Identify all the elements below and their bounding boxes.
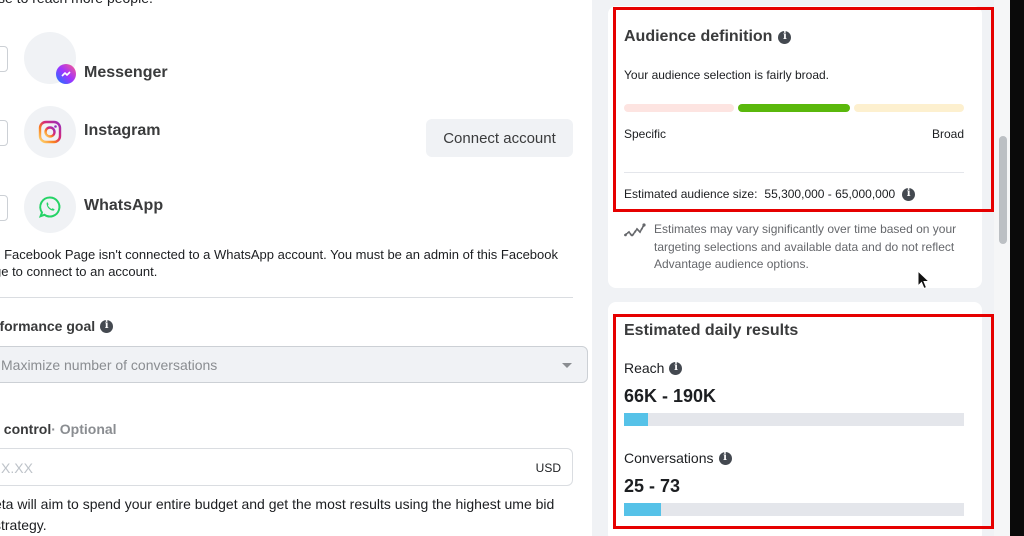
scrollbar-thumb[interactable]: [999, 136, 1007, 244]
conversations-value: 25 - 73: [624, 476, 681, 496]
bid-control-input[interactable]: X.XX USD: [0, 448, 573, 486]
currency-label: USD: [535, 461, 561, 475]
reach-bar: [624, 413, 964, 426]
mouse-cursor-icon: [917, 270, 931, 290]
whatsapp-avatar: [24, 181, 76, 233]
instagram-icon: [38, 120, 62, 144]
placement-row-instagram: Instagram Connect account: [0, 106, 580, 160]
placement-row-messenger: Messenger: [0, 32, 580, 86]
info-icon[interactable]: i: [669, 361, 683, 375]
instagram-label: Instagram: [84, 122, 161, 139]
reach-label-row: Reach i: [624, 360, 683, 376]
reach-bar-fill: [624, 413, 648, 426]
estimates-sidebar: Audience definition i Your audience sele…: [592, 0, 998, 536]
performance-goal-label: rformance goal: [0, 318, 96, 334]
instagram-avatar: [24, 106, 76, 158]
audience-meter-active-segment: [738, 104, 850, 112]
messenger-checkbox[interactable]: [0, 46, 8, 72]
conversations-bar: [624, 503, 964, 516]
audience-meter-specific-segment: [624, 104, 734, 112]
trend-line-icon: [624, 223, 646, 238]
audience-status-text: Your audience selection is fairly broad.: [624, 68, 830, 82]
placements-intro-text: se to reach more people.: [0, 0, 153, 6]
scale-label-specific: Specific: [624, 127, 667, 141]
info-icon[interactable]: i: [778, 30, 792, 44]
bid-control-placeholder: X.XX: [1, 460, 33, 476]
ad-set-form-panel: se to reach more people. Messenger Insta…: [0, 0, 592, 536]
bid-control-help-text: eta will aim to spend your entire budget…: [0, 496, 555, 533]
estimates-note-text: Estimates may vary significantly over ti…: [654, 222, 957, 271]
scale-label-broad: Broad: [931, 127, 964, 141]
messenger-label: Messenger: [84, 64, 168, 81]
audience-definition-card: Audience definition i Your audience sele…: [608, 6, 982, 288]
card-divider: [624, 172, 964, 173]
conversations-label-row: Conversations i: [624, 450, 732, 466]
estimated-daily-results-card: Estimated daily results Reach i 66K - 19…: [608, 302, 982, 536]
audience-definition-title: Audience definition: [624, 28, 773, 45]
reach-value: 66K - 190K: [624, 386, 717, 406]
bid-control-heading: l control · Optional: [0, 421, 117, 437]
whatsapp-icon: [38, 196, 61, 218]
conversations-label: Conversations: [624, 450, 714, 466]
reach-label: Reach: [624, 360, 665, 376]
window-edge: [1010, 0, 1024, 536]
performance-goal-value: Maximize number of conversations: [1, 357, 218, 373]
placement-row-whatsapp: WhatsApp: [0, 181, 580, 235]
section-divider: [0, 297, 573, 298]
whatsapp-checkbox[interactable]: [0, 195, 8, 221]
info-icon[interactable]: i: [902, 187, 916, 201]
optional-tag: · Optional: [51, 421, 117, 437]
scrollbar-track[interactable]: [994, 0, 1010, 536]
chevron-down-icon: [562, 363, 572, 368]
whatsapp-connection-note: s Facebook Page isn't connected to a Wha…: [0, 247, 558, 279]
info-icon[interactable]: i: [100, 319, 114, 333]
audience-size-value: 55,300,000 - 65,000,000: [764, 187, 896, 201]
estimated-audience-size: Estimated audience size: 55,300,000 - 65…: [624, 187, 916, 201]
conversations-bar-fill: [624, 503, 662, 516]
performance-goal-select[interactable]: Maximize number of conversations: [0, 346, 588, 383]
messenger-icon: [56, 64, 76, 84]
whatsapp-label: WhatsApp: [84, 197, 164, 214]
bid-control-label: l control: [0, 421, 52, 437]
audience-meter-broad-segment: [854, 104, 964, 112]
performance-goal-heading: rformance goal i: [0, 318, 114, 334]
audience-definition-heading: Audience definition i: [624, 28, 792, 46]
connect-account-button[interactable]: Connect account: [426, 119, 573, 157]
instagram-checkbox[interactable]: [0, 120, 8, 146]
daily-results-title: Estimated daily results: [624, 322, 799, 339]
info-icon[interactable]: i: [718, 451, 732, 465]
audience-size-label: Estimated audience size:: [624, 187, 758, 201]
